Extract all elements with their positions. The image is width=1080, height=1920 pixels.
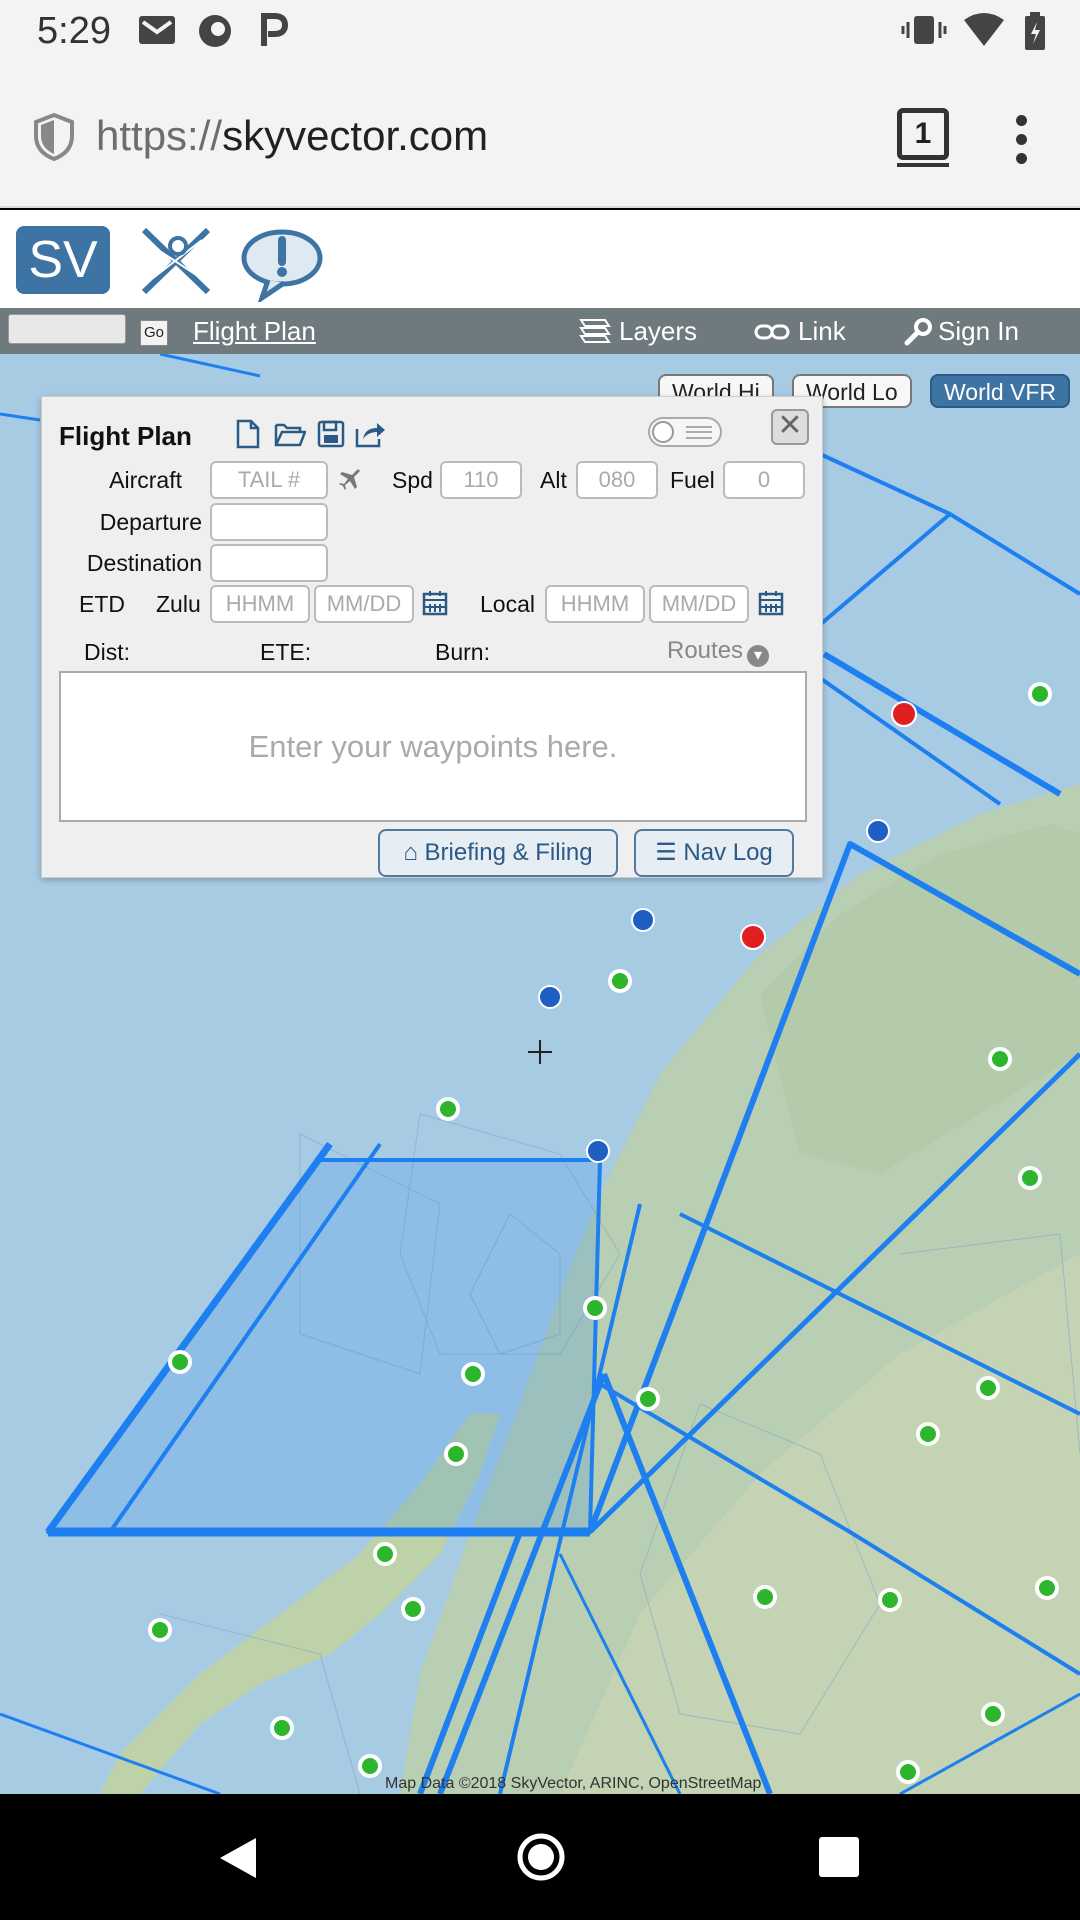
local-time-field[interactable]: HHMM [545, 585, 645, 623]
departure-label: Departure [99, 509, 202, 535]
new-file-icon[interactable] [235, 419, 261, 449]
zulu-label: Zulu [156, 591, 201, 617]
zulu-date-field[interactable]: MM/DD [314, 585, 414, 623]
speed-label: Spd [392, 467, 433, 493]
ete-label: ETE: [260, 639, 312, 665]
save-icon[interactable] [317, 419, 345, 449]
map-attribution: Map Data ©2018 SkyVector, ARINC, OpenStr… [385, 1775, 762, 1792]
skyvector-logo[interactable]: SV [16, 226, 110, 294]
status-time: 5:29 [37, 10, 111, 52]
recents-icon[interactable] [818, 1836, 860, 1878]
open-folder-icon[interactable] [274, 419, 306, 449]
link-icon[interactable] [754, 322, 790, 342]
system-navigation-bar [0, 1794, 1080, 1920]
waypoints-textarea[interactable]: Enter your waypoints here. [59, 671, 807, 822]
wrench-icon[interactable] [903, 318, 933, 346]
sign-in-button[interactable]: Sign In [938, 316, 1019, 347]
no-flight-icon[interactable] [136, 222, 216, 300]
help-chat-icon[interactable] [240, 226, 324, 302]
speed-field[interactable]: 110 [440, 461, 522, 499]
flight-plan-link[interactable]: Flight Plan [193, 316, 316, 347]
map-crosshair [528, 1040, 552, 1064]
flight-plan-title: Flight Plan [59, 421, 192, 451]
local-label: Local [480, 591, 535, 617]
back-icon[interactable] [216, 1834, 260, 1882]
tab-switcher-button[interactable]: 1 [897, 108, 949, 160]
home-icon[interactable] [516, 1832, 566, 1882]
departure-field[interactable] [210, 503, 328, 541]
close-panel-button[interactable]: ✕ [771, 409, 809, 445]
nav-log-button[interactable]: ☰ Nav Log [634, 829, 794, 877]
gmail-icon [139, 16, 175, 44]
burn-label: Burn: [435, 639, 490, 665]
tail-number-field[interactable]: TAIL # [210, 461, 328, 499]
security-shield-icon[interactable] [32, 112, 76, 162]
status-bar: 5:29 [0, 0, 1080, 60]
zulu-calendar-icon[interactable] [422, 590, 448, 616]
address-bar[interactable]: https://skyvector.com [96, 112, 488, 160]
list-icon: ☰ [655, 839, 677, 866]
briefing-filing-button[interactable]: ⌂ Briefing & Filing [378, 829, 618, 877]
routes-label: Routes [667, 637, 744, 664]
parking-icon [261, 13, 288, 46]
nav-log-label: Nav Log [683, 839, 773, 866]
destination-label: Destination [86, 550, 202, 576]
battery-icon [1025, 12, 1045, 50]
layers-icon[interactable] [575, 318, 611, 346]
local-calendar-icon[interactable] [758, 590, 784, 616]
url-host: skyvector.com [222, 112, 489, 159]
altitude-field[interactable]: 080 [576, 461, 658, 499]
local-date-field[interactable]: MM/DD [649, 585, 749, 623]
layers-button[interactable]: Layers [619, 316, 697, 347]
aircraft-label: Aircraft [109, 467, 182, 493]
world-vfr-chart-button[interactable]: World VFR [930, 374, 1071, 408]
fuel-label: Fuel [670, 467, 715, 493]
share-icon[interactable] [355, 419, 387, 449]
inbox-icon: ⌂ [403, 839, 418, 866]
briefing-filing-label: Briefing & Filing [424, 839, 593, 866]
vibrate-icon [901, 16, 947, 44]
aircraft-icon[interactable] [338, 467, 362, 491]
browser-toolbar: https://skyvector.com 1 [0, 60, 1080, 208]
chevron-down-icon: ▾ [747, 645, 770, 667]
tab-switcher-underline [897, 163, 949, 167]
distance-label: Dist: [84, 639, 130, 665]
link-button[interactable]: Link [798, 316, 846, 347]
etd-label: ETD [79, 591, 125, 617]
go-button[interactable]: Go [140, 320, 168, 346]
url-scheme: https:// [96, 112, 223, 159]
site-header: SV [0, 210, 1080, 308]
zulu-time-field[interactable]: HHMM [210, 585, 310, 623]
flight-plan-panel: Flight Plan ✕ Aircraft TAIL # Spd 110 Al… [41, 396, 823, 878]
site-toolbar: Go Flight Plan Layers Link Sign In [0, 308, 1080, 354]
panel-mode-toggle[interactable] [648, 417, 722, 447]
routes-button[interactable]: Routes ▾ [667, 637, 770, 667]
altitude-label: Alt [540, 467, 567, 493]
fuel-field[interactable]: 0 [723, 461, 805, 499]
firefox-icon [199, 15, 231, 47]
search-input[interactable] [8, 314, 126, 344]
wifi-icon [964, 13, 1004, 46]
destination-field[interactable] [210, 544, 328, 582]
browser-menu-button[interactable] [1016, 115, 1030, 165]
